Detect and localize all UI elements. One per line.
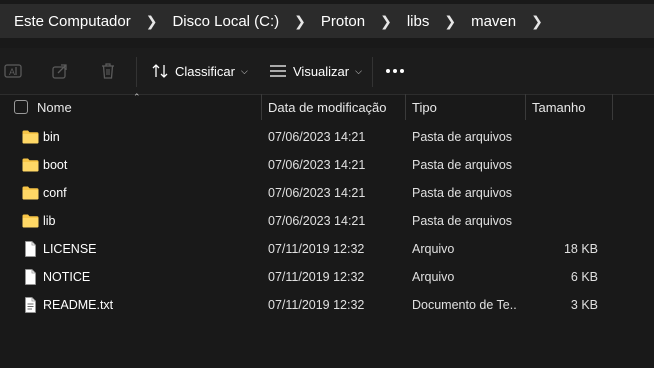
file-size: 18 KB: [563, 242, 598, 256]
file-size: 6 KB: [570, 270, 598, 284]
view-icon: [268, 61, 288, 81]
text-file-icon: [22, 297, 39, 313]
file-icon: [22, 269, 39, 285]
file-name: conf: [43, 186, 67, 200]
chevron-right-icon[interactable]: ❯: [372, 13, 400, 30]
file-date: 07/11/2019 12:32: [268, 242, 365, 256]
breadcrumb-item-drive[interactable]: Disco Local (C:): [165, 13, 286, 30]
command-bar: A Classificar ⌵ Visualizar ⌵: [0, 48, 654, 95]
share-icon[interactable]: [50, 61, 70, 81]
sort-icon: [150, 61, 170, 81]
select-all-checkbox[interactable]: [14, 100, 28, 114]
file-icon: [22, 241, 39, 257]
file-row[interactable]: LICENSE 07/11/2019 12:32 Arquivo 18 KB: [0, 235, 654, 263]
toolbar-divider: [136, 57, 137, 87]
chevron-down-icon: ⌵: [355, 65, 362, 76]
column-size[interactable]: Tamanho: [532, 94, 612, 120]
file-type: Pasta de arquivos: [412, 214, 513, 228]
chevron-right-icon[interactable]: ❯: [138, 13, 166, 30]
column-type[interactable]: Tipo: [412, 94, 522, 120]
chevron-right-icon[interactable]: ❯: [436, 13, 464, 30]
file-type: Arquivo: [412, 270, 455, 284]
chevron-down-icon: ⌵: [240, 65, 248, 76]
delete-icon[interactable]: [98, 61, 118, 81]
sort-button[interactable]: Classificar ⌵: [150, 61, 248, 81]
folder-icon: [22, 129, 39, 145]
folder-icon: [22, 213, 39, 229]
file-type: Pasta de arquivos: [412, 158, 513, 172]
file-list: bin 07/06/2023 14:21 Pasta de arquivos b…: [0, 123, 654, 319]
sort-label: Classificar: [175, 63, 235, 79]
file-size: [530, 179, 598, 207]
file-row[interactable]: bin 07/06/2023 14:21 Pasta de arquivos: [0, 123, 654, 151]
folder-icon: [22, 157, 39, 173]
breadcrumb-item-libs[interactable]: libs: [400, 13, 437, 30]
file-size: [530, 123, 598, 151]
rename-icon[interactable]: A: [3, 61, 23, 81]
file-type: Arquivo: [412, 242, 455, 256]
folder-icon: [22, 185, 39, 201]
column-date[interactable]: Data de modificação: [268, 94, 402, 120]
breadcrumb[interactable]: Este Computador ❯ Disco Local (C:) ❯ Pro…: [0, 4, 654, 38]
chevron-right-icon[interactable]: ❯: [286, 13, 314, 30]
file-name: LICENSE: [43, 242, 97, 256]
file-size: 3 KB: [570, 298, 598, 312]
file-date: 07/06/2023 14:21: [268, 158, 366, 172]
breadcrumb-item-computer[interactable]: Este Computador: [0, 13, 138, 30]
file-row[interactable]: conf 07/06/2023 14:21 Pasta de arquivos: [0, 179, 654, 207]
chevron-right-icon[interactable]: ❯: [523, 13, 551, 30]
more-options-button[interactable]: [386, 61, 404, 81]
view-button[interactable]: Visualizar ⌵: [268, 61, 362, 81]
file-name: lib: [43, 214, 56, 228]
breadcrumb-item-proton[interactable]: Proton: [314, 13, 372, 30]
file-type: Documento de Te...: [412, 298, 516, 312]
column-name[interactable]: Nome: [37, 94, 259, 120]
file-date: 07/06/2023 14:21: [268, 186, 366, 200]
file-date: 07/11/2019 12:32: [268, 270, 365, 284]
file-date: 07/06/2023 14:21: [268, 130, 366, 144]
file-name: NOTICE: [43, 270, 91, 284]
file-name: bin: [43, 130, 60, 144]
more-icon: [386, 69, 404, 73]
file-row[interactable]: README.txt 07/11/2019 12:32 Documento de…: [0, 291, 654, 319]
view-label: Visualizar: [293, 63, 350, 79]
file-size: [530, 207, 598, 235]
file-size: [530, 151, 598, 179]
file-row[interactable]: lib 07/06/2023 14:21 Pasta de arquivos: [0, 207, 654, 235]
file-row[interactable]: boot 07/06/2023 14:21 Pasta de arquivos: [0, 151, 654, 179]
file-name: README.txt: [43, 298, 114, 312]
file-date: 07/06/2023 14:21: [268, 214, 366, 228]
column-header: ⌃ Nome Data de modificação Tipo Tamanho: [0, 92, 654, 120]
file-name: boot: [43, 158, 68, 172]
file-type: Pasta de arquivos: [412, 130, 513, 144]
breadcrumb-item-maven[interactable]: maven: [464, 13, 523, 30]
column-divider[interactable]: [261, 94, 262, 120]
column-divider[interactable]: [525, 94, 526, 120]
file-type: Pasta de arquivos: [412, 186, 513, 200]
address-bar[interactable]: Este Computador ❯ Disco Local (C:) ❯ Pro…: [0, 0, 654, 42]
toolbar-divider: [372, 57, 373, 87]
svg-text:A: A: [9, 67, 15, 77]
column-divider[interactable]: [405, 94, 406, 120]
column-divider[interactable]: [612, 94, 613, 120]
file-row[interactable]: NOTICE 07/11/2019 12:32 Arquivo 6 KB: [0, 263, 654, 291]
file-date: 07/11/2019 12:32: [268, 298, 365, 312]
